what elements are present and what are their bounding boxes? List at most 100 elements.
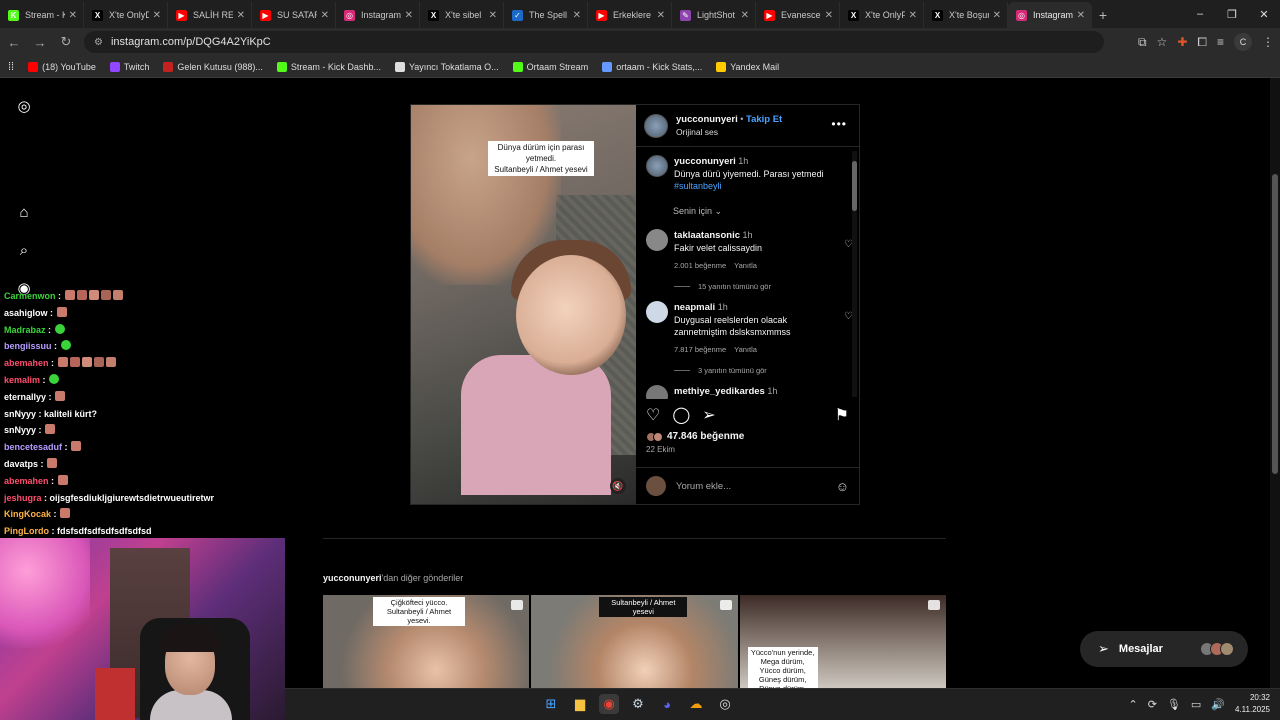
display-icon[interactable]: ▭: [1191, 698, 1201, 711]
comment-likes[interactable]: 2.001 beğenme: [674, 261, 726, 270]
forward-button[interactable]: →: [28, 30, 52, 54]
reload-button[interactable]: ↻: [54, 30, 78, 54]
extension-icon[interactable]: ✚: [1177, 35, 1187, 49]
view-replies-button[interactable]: 15 yanıtın tümünü gör: [674, 282, 839, 291]
search-icon[interactable]: ⌕: [14, 240, 34, 260]
browser-menu-icon[interactable]: ⋮: [1262, 35, 1274, 49]
audio-label[interactable]: Orijinal ses: [676, 126, 782, 138]
bookmark-item[interactable]: Stream - Kick Dashb...: [276, 61, 381, 72]
reading-list-icon[interactable]: ≡: [1217, 35, 1224, 49]
comment-avatar[interactable]: [646, 301, 668, 323]
like-heart-icon[interactable]: ♡: [646, 405, 660, 425]
like-count[interactable]: 47.846 beğenme: [646, 431, 744, 442]
view-replies-button[interactable]: 3 yanıtın tümünü gör: [674, 366, 839, 375]
comment-avatar[interactable]: [646, 385, 668, 399]
comment-username[interactable]: taklaatansonic: [674, 230, 740, 241]
browser-tab[interactable]: ◎ Instagram ✕: [336, 2, 420, 28]
browser-tab[interactable]: X X'te OnlyF ✕: [840, 2, 924, 28]
minimize-button[interactable]: –: [1184, 0, 1216, 28]
comment-bubble-icon[interactable]: ◯: [672, 405, 690, 425]
tray-sync-icon[interactable]: ⟳: [1148, 698, 1157, 711]
comments-scrollbar[interactable]: [852, 151, 857, 397]
bookmark-item[interactable]: Yandex Mail: [716, 61, 779, 72]
home-icon[interactable]: ⌂: [14, 202, 34, 222]
new-tab-button[interactable]: +: [1092, 2, 1114, 28]
author-avatar[interactable]: [644, 113, 668, 138]
browser-tab[interactable]: ▶ SALİH REİ ✕: [168, 2, 252, 28]
tab-close-icon[interactable]: ✕: [153, 10, 161, 21]
browser-tab[interactable]: X X'te sibel ✕: [420, 2, 504, 28]
browser-tab[interactable]: X X'te OnlyD ✕: [84, 2, 168, 28]
more-post-item[interactable]: Yücco'nun yerinde, Mega dürüm, Yücco dür…: [739, 595, 946, 688]
tab-close-icon[interactable]: ✕: [741, 10, 749, 21]
apps-grid-icon[interactable]: ⁞⁞: [8, 61, 14, 73]
caption-username[interactable]: yucconunyeri: [674, 156, 736, 167]
start-menu-icon[interactable]: ⊞: [541, 694, 561, 714]
tab-close-icon[interactable]: ✕: [993, 10, 1001, 21]
emoji-icon[interactable]: ☺: [836, 479, 849, 494]
tab-close-icon[interactable]: ✕: [909, 10, 917, 21]
more-options-icon[interactable]: •••: [831, 117, 847, 131]
browser-tab[interactable]: K Stream - K ✕: [0, 2, 84, 28]
comment-username[interactable]: methiye_yedikardes: [674, 386, 765, 397]
post-date[interactable]: 22 Ekim: [646, 445, 675, 454]
bookmark-item[interactable]: Ortaam Stream: [512, 61, 588, 72]
follow-button[interactable]: Takip Et: [746, 114, 782, 125]
install-app-icon[interactable]: ⧉: [1138, 35, 1147, 50]
page-scrollbar-thumb[interactable]: [1272, 174, 1278, 474]
browser-tab[interactable]: ▶ SU SATAR ✕: [252, 2, 336, 28]
reply-button[interactable]: Yanıtla: [734, 261, 757, 270]
system-clock[interactable]: 20:32 4.11.2025: [1235, 692, 1270, 716]
bookmark-item[interactable]: (18) YouTube: [28, 61, 96, 72]
for-you-sort[interactable]: Senin için ⌄: [673, 206, 839, 217]
more-post-item[interactable]: Sultanbeyli / Ahmet yesevi: [531, 595, 738, 688]
maximize-button[interactable]: ❐: [1216, 0, 1248, 28]
save-bookmark-icon[interactable]: ⚑: [835, 405, 849, 425]
tab-close-icon[interactable]: ✕: [489, 10, 497, 21]
browser-tab[interactable]: ▶ Evanescen ✕: [756, 2, 840, 28]
more-post-item[interactable]: Çiğköfteci yücco. Sultanbeyli / Ahmet ye…: [323, 595, 530, 688]
tab-close-icon[interactable]: ✕: [69, 10, 77, 21]
browser-tab[interactable]: ◎ Instagram ✕: [1008, 2, 1092, 28]
tab-close-icon[interactable]: ✕: [825, 10, 833, 21]
bookmark-star-icon[interactable]: ☆: [1157, 35, 1168, 49]
caption-hashtag[interactable]: #sultanbeyli: [674, 181, 722, 191]
close-window-button[interactable]: ✕: [1248, 0, 1280, 28]
reply-button[interactable]: Yanıtla: [734, 345, 757, 354]
tab-close-icon[interactable]: ✕: [1077, 10, 1085, 21]
discord-icon[interactable]: ◕: [657, 694, 677, 714]
bookmark-item[interactable]: ortaam - Kick Stats,...: [602, 61, 702, 72]
reel-video[interactable]: Dünya dürüm için parası yetmedi. Sultanb…: [411, 105, 636, 504]
author-username[interactable]: yucconunyeri: [676, 114, 738, 125]
mute-icon[interactable]: 🔇: [610, 478, 626, 494]
tray-chevron-icon[interactable]: ⌃: [1128, 698, 1137, 711]
browser-tab[interactable]: X X'te Boşur ✕: [924, 2, 1008, 28]
page-scrollbar[interactable]: [1270, 78, 1280, 688]
tab-close-icon[interactable]: ✕: [321, 10, 329, 21]
comment-username[interactable]: neapmali: [674, 302, 715, 313]
steam-icon[interactable]: ⚙: [628, 694, 648, 714]
comment-avatar[interactable]: [646, 229, 668, 251]
microphone-icon[interactable]: 🎙: [1167, 698, 1181, 711]
share-send-icon[interactable]: ➢: [702, 405, 715, 425]
comment-likes[interactable]: 7.817 beğenme: [674, 345, 726, 354]
url-omnibox[interactable]: ⚙ instagram.com/p/DQG4A2YiKpC: [84, 31, 1104, 53]
obs-icon[interactable]: ◎: [715, 694, 735, 714]
caption-avatar[interactable]: [646, 155, 668, 177]
messages-button[interactable]: ➢ Mesajlar: [1080, 631, 1248, 667]
tab-close-icon[interactable]: ✕: [657, 10, 665, 21]
bookmark-item[interactable]: Yayıncı Tokatlama O...: [394, 61, 499, 72]
volume-icon[interactable]: 🔊: [1211, 698, 1225, 711]
site-info-icon[interactable]: ⚙: [94, 37, 103, 48]
browser-tab[interactable]: ▶ Erkeklere ✕: [588, 2, 672, 28]
tab-close-icon[interactable]: ✕: [237, 10, 245, 21]
file-explorer-icon[interactable]: ▆: [570, 694, 590, 714]
browser-tab[interactable]: ✎ LightShot ✕: [672, 2, 756, 28]
back-button[interactable]: ←: [2, 30, 26, 54]
browser-tab[interactable]: ✓ The Spell ✕: [504, 2, 588, 28]
profile-avatar[interactable]: C: [1234, 33, 1252, 51]
more-posts-username[interactable]: yucconunyeri: [323, 573, 382, 583]
chrome-icon[interactable]: ◉: [599, 694, 619, 714]
tab-close-icon[interactable]: ✕: [573, 10, 581, 21]
tab-close-icon[interactable]: ✕: [405, 10, 413, 21]
